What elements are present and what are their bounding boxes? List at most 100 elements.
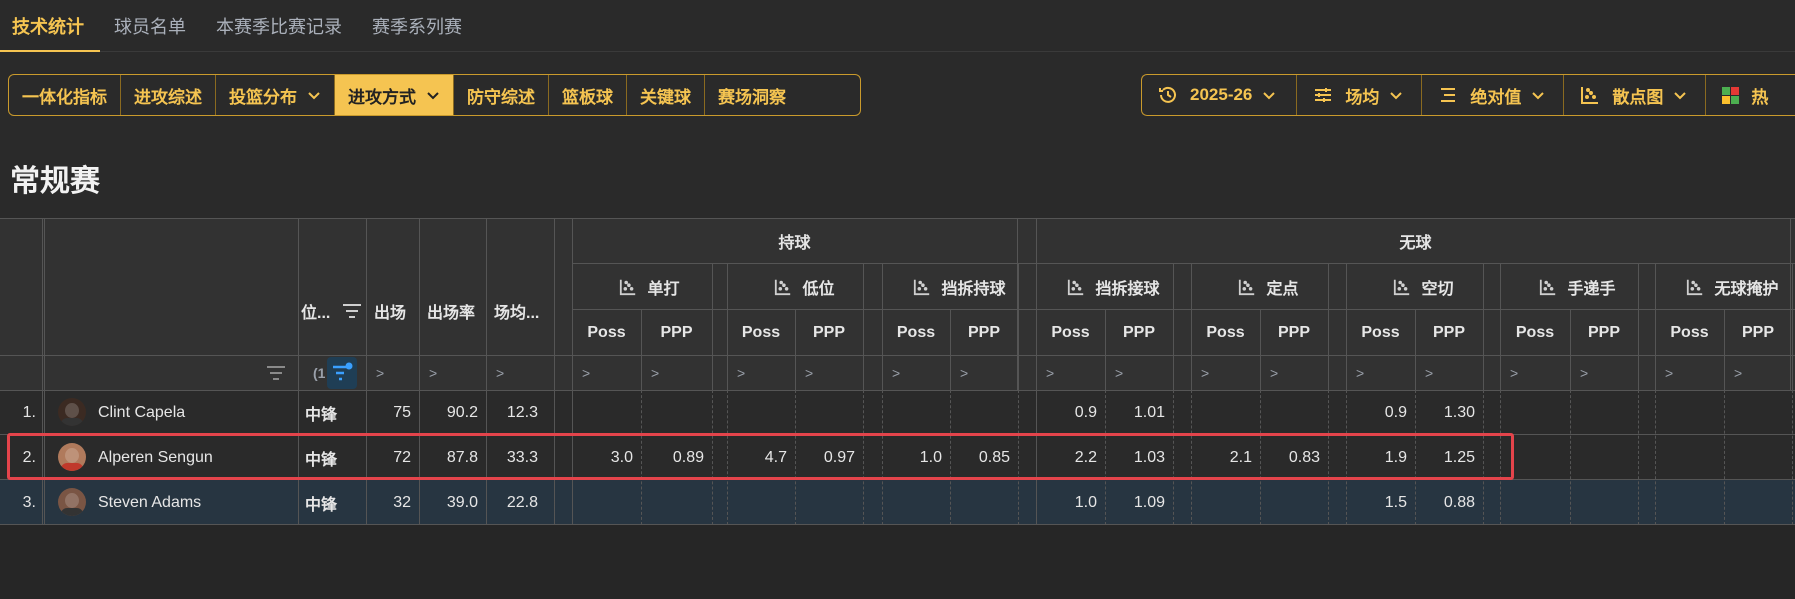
play-type-header[interactable]: 定点 <box>1191 264 1346 309</box>
minutes: 22.8 <box>506 493 538 511</box>
scatter-icon[interactable] <box>913 278 931 296</box>
player-avatar[interactable] <box>58 443 86 471</box>
scatter-icon[interactable] <box>1067 278 1085 296</box>
active-filter-button[interactable] <box>327 357 357 389</box>
stat-ppp: 1.03 <box>1133 448 1165 466</box>
btn-play-type[interactable]: 进攻方式 <box>335 75 454 115</box>
subheader-ppp[interactable]: PPP <box>950 310 1018 355</box>
play-type-header[interactable]: 挡拆接球 <box>1036 264 1191 309</box>
stat-ppp: 1.09 <box>1133 493 1165 511</box>
column-header-3[interactable]: 场均... <box>486 300 554 322</box>
play-type-label: 定点 <box>1266 280 1299 298</box>
per-game-select[interactable]: 场均 <box>1297 75 1423 115</box>
play-type-header[interactable]: 单打 <box>572 264 727 309</box>
play-type-header[interactable]: 低位 <box>727 264 882 309</box>
tab-roster[interactable]: 球员名单 <box>114 0 186 52</box>
subheader-ppp[interactable]: PPP <box>641 310 712 355</box>
btn-clutch[interactable]: 关键球 <box>627 75 705 115</box>
column-header-1[interactable]: 出场 <box>366 300 419 322</box>
btn-integrated[interactable]: 一体化指标 <box>9 75 121 115</box>
play-type-header[interactable]: 挡拆持球 <box>882 264 1037 309</box>
position-filter[interactable]: (1 <box>300 356 330 390</box>
column-filter[interactable]: > <box>1346 356 1396 390</box>
play-type-label: 手递手 <box>1567 280 1616 298</box>
column-filter[interactable]: > <box>795 356 845 390</box>
section-title: 常规赛 <box>10 165 100 198</box>
column-filter[interactable]: > <box>727 356 777 390</box>
subheader-poss[interactable]: Poss <box>727 310 795 355</box>
player-name[interactable]: Steven Adams <box>98 480 288 525</box>
column-filter[interactable]: > <box>1036 356 1086 390</box>
btn-court-insights[interactable]: 赛场洞察 <box>705 75 799 115</box>
btn-offense-overview[interactable]: 进攻综述 <box>121 75 216 115</box>
column-filter[interactable]: > <box>1724 356 1774 390</box>
column-filter[interactable]: > <box>1500 356 1550 390</box>
scatter-icon[interactable] <box>1393 278 1411 296</box>
stat-ppp: 0.97 <box>823 448 855 466</box>
play-type-header[interactable]: 空切 <box>1346 264 1501 309</box>
tab-stats[interactable]: 技术统计 <box>0 0 100 52</box>
column-filter[interactable]: > <box>366 356 416 390</box>
btn-defense-overview[interactable]: 防守综述 <box>454 75 549 115</box>
player-avatar[interactable] <box>58 398 86 426</box>
subheader-ppp[interactable]: PPP <box>1260 310 1328 355</box>
column-filter[interactable]: > <box>1260 356 1310 390</box>
filter-icon[interactable] <box>342 300 364 322</box>
stat-ppp <box>950 390 1018 435</box>
heatmap-select[interactable]: 热 <box>1706 75 1782 115</box>
season-select[interactable]: 2025-26 <box>1142 75 1298 115</box>
scatter-icon[interactable] <box>774 278 792 296</box>
column-filter[interactable]: > <box>1191 356 1241 390</box>
column-filter[interactable]: > <box>1105 356 1155 390</box>
column-header-2[interactable]: 出场率 <box>419 300 486 322</box>
player-name[interactable]: Alperen Sengun <box>98 435 288 480</box>
column-filter[interactable]: > <box>882 356 932 390</box>
column-filter[interactable]: > <box>641 356 691 390</box>
scatter-select[interactable]: 散点图 <box>1564 75 1707 115</box>
player-avatar[interactable] <box>58 488 86 516</box>
scatter-icon[interactable] <box>619 278 637 296</box>
column-filter[interactable]: > <box>419 356 469 390</box>
subheader-ppp[interactable]: PPP <box>795 310 863 355</box>
subheader-poss[interactable]: Poss <box>1655 310 1724 355</box>
column-filter[interactable]: > <box>1655 356 1705 390</box>
stat-ppp <box>1724 480 1792 525</box>
stat-poss: 2.2 <box>1074 448 1097 466</box>
table-empty-area <box>0 525 1795 599</box>
name-filter-icon[interactable] <box>266 362 288 384</box>
subheader-poss[interactable]: Poss <box>882 310 950 355</box>
play-type-label: 挡拆接球 <box>1095 280 1160 298</box>
subheader-ppp[interactable]: PPP <box>1105 310 1173 355</box>
subheader-poss[interactable]: Poss <box>1346 310 1415 355</box>
play-type-header[interactable]: 无球掩护 <box>1655 264 1795 309</box>
subheader-poss[interactable]: Poss <box>1500 310 1570 355</box>
stat-poss <box>882 390 950 435</box>
player-name[interactable]: Clint Capela <box>98 390 288 435</box>
scatter-icon[interactable] <box>1238 278 1256 296</box>
column-filter[interactable]: > <box>572 356 622 390</box>
tab-series[interactable]: 赛季系列赛 <box>372 0 462 52</box>
heatmap-icon <box>1722 86 1740 104</box>
subheader-ppp[interactable]: PPP <box>1415 310 1483 355</box>
tab-game-log[interactable]: 本赛季比赛记录 <box>216 0 342 52</box>
btn-shot-distribution[interactable]: 投篮分布 <box>216 75 335 115</box>
subheader-poss[interactable]: Poss <box>1036 310 1105 355</box>
subheader-ppp[interactable]: PPP <box>1570 310 1638 355</box>
games-played-pct: 90.2 <box>446 403 478 421</box>
column-filter[interactable]: > <box>1415 356 1465 390</box>
subheader-poss[interactable]: Poss <box>1191 310 1260 355</box>
absolute-select[interactable]: 绝对值 <box>1422 75 1565 115</box>
scatter-icon[interactable] <box>1539 278 1557 296</box>
column-filter[interactable]: > <box>950 356 1000 390</box>
play-type-header[interactable]: 手递手 <box>1500 264 1655 309</box>
stat-ppp: 0.83 <box>1288 448 1320 466</box>
stat-poss: 0.9 <box>1074 403 1097 421</box>
btn-rebounds[interactable]: 篮板球 <box>549 75 627 115</box>
subheader-poss[interactable]: Poss <box>572 310 641 355</box>
subheader-ppp[interactable]: PPP <box>1724 310 1792 355</box>
row-rank: 3. <box>22 493 36 511</box>
play-type-label: 挡拆持球 <box>941 280 1006 298</box>
column-filter[interactable]: > <box>486 356 536 390</box>
scatter-icon[interactable] <box>1686 278 1704 296</box>
column-filter[interactable]: > <box>1570 356 1620 390</box>
